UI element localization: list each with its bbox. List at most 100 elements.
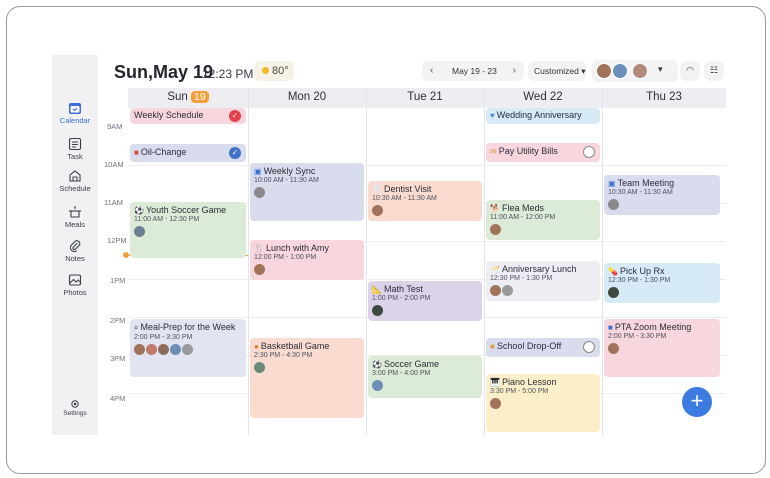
event-basketball[interactable]: ● Basketball Game 2:30 PM - 4:30 PM xyxy=(250,338,364,418)
temperature: 80° xyxy=(272,65,289,77)
photo-icon xyxy=(68,274,82,286)
event-pick-up-rx[interactable]: 💊 Pick Up Rx 12:30 PM - 1:30 PM xyxy=(604,263,720,303)
event-title: Anniversary Lunch xyxy=(501,264,577,274)
grid-line xyxy=(484,88,485,435)
event-piano-lesson[interactable]: 🎹 Piano Lesson 3:30 PM - 5:00 PM xyxy=(486,374,600,432)
sidebar-item-meals[interactable]: Meals xyxy=(52,205,98,237)
sidebar-item-notes[interactable]: Notes xyxy=(52,239,98,271)
event-math-test[interactable]: 📐 Math Test 1:00 PM - 2:00 PM xyxy=(368,281,482,321)
sidebar-item-settings[interactable]: Settings xyxy=(52,399,98,431)
event-pta-zoom[interactable]: ■ PTA Zoom Meeting 2:00 PM - 3:30 PM xyxy=(604,319,720,377)
day-header-thu[interactable]: Thu 23 xyxy=(602,88,726,108)
wifi-button[interactable]: ◠ xyxy=(680,61,700,81)
sidebar: Calendar Task Schedule Meals Notes Photo… xyxy=(52,55,98,435)
ruler-icon: 📐 xyxy=(372,285,382,294)
day-header-mon[interactable]: Mon 20 xyxy=(248,88,366,108)
add-event-button[interactable]: + xyxy=(682,387,712,417)
event-soccer-game[interactable]: ⚽ Soccer Game 3:00 PM - 4:00 PM xyxy=(368,356,482,398)
day-header-wed[interactable]: Wed 22 xyxy=(484,88,602,108)
hour-label: 11AM xyxy=(104,198,124,207)
sidebar-item-label: Settings xyxy=(63,410,87,417)
event-anniversary-lunch[interactable]: 🥂 Anniversary Lunch 12:30 PM - 1:30 PM xyxy=(486,261,600,301)
sidebar-item-label: Task xyxy=(67,152,83,161)
event-youth-soccer[interactable]: ⚽ Youth Soccer Game 11:00 AM - 12:30 PM xyxy=(130,202,246,258)
event-title: Basketball Game xyxy=(260,341,330,351)
grid-line xyxy=(602,88,603,435)
grid-line xyxy=(366,88,367,435)
hour-label: 4PM xyxy=(110,394,126,403)
event-weekly-sync[interactable]: ▣ Weekly Sync 10:00 AM - 11:30 AM xyxy=(250,163,364,221)
calendar-icon: ▣ xyxy=(254,167,262,176)
event-title: Meal-Prep for the Week xyxy=(140,322,236,332)
avatar xyxy=(608,199,619,210)
avatar xyxy=(608,287,619,298)
checkbox[interactable] xyxy=(583,146,595,158)
view-select[interactable]: Customized ▾ xyxy=(528,61,586,81)
event-weekly-schedule[interactable]: Weekly Schedule ✓ xyxy=(130,108,246,124)
event-title: Wedding Anniversary xyxy=(496,110,582,120)
sidebar-item-task[interactable]: Task xyxy=(52,137,98,169)
next-week-button[interactable]: › xyxy=(513,65,516,76)
date-range: May 19 - 23 xyxy=(452,66,497,76)
avatar xyxy=(134,344,145,355)
hour-label: 9AM xyxy=(107,122,123,131)
avatar xyxy=(372,380,383,391)
task-list-icon xyxy=(68,137,82,151)
sliders-button[interactable]: ☷ xyxy=(704,61,724,81)
event-time: 10:30 AM - 11:30 AM xyxy=(372,195,437,202)
calendar-icon xyxy=(69,103,81,114)
sidebar-item-photos[interactable]: Photos xyxy=(52,273,98,305)
event-dentist[interactable]: 🦷 Dentist Visit 10:30 AM - 11:30 AM xyxy=(368,181,482,221)
event-wedding-anniversary[interactable]: ♥ Wedding Anniversary xyxy=(486,108,600,124)
event-lunch-amy[interactable]: 🍴 Lunch with Amy 12:00 PM - 1:00 PM xyxy=(250,240,364,280)
event-time: 12:30 PM - 1:30 PM xyxy=(608,277,671,284)
paperclip-icon xyxy=(69,240,81,253)
event-school-dropoff[interactable]: ■ School Drop-Off xyxy=(486,338,600,357)
day-header-sun[interactable]: Sun 19 xyxy=(128,88,248,108)
event-time: 2:00 PM - 3:30 PM xyxy=(134,334,193,341)
envelope-icon: ✉ xyxy=(490,147,497,156)
utensils-icon: 🍴 xyxy=(254,244,264,253)
avatar xyxy=(170,344,181,355)
day-header-tue[interactable]: Tue 21 xyxy=(366,88,484,108)
event-oil-change[interactable]: ■ Oil-Change ✓ xyxy=(130,144,246,162)
sidebar-item-schedule[interactable]: Schedule xyxy=(52,169,98,201)
event-title: PTA Zoom Meeting xyxy=(614,322,692,332)
checkbox[interactable] xyxy=(583,341,595,353)
family-avatars[interactable]: ▾ xyxy=(592,60,678,82)
weather-badge: 80° xyxy=(254,61,294,81)
event-title: Team Meeting xyxy=(617,178,675,188)
sidebar-item-label: Photos xyxy=(63,288,87,297)
event-time: 12:30 PM - 1:30 PM xyxy=(490,275,553,282)
hour-label: 1PM xyxy=(110,276,126,285)
event-time: 3:30 PM - 5:00 PM xyxy=(490,388,549,395)
hour-label: 2PM xyxy=(110,316,126,325)
event-flea-meds[interactable]: 🐕 Flea Meds 11:00 AM - 12:00 PM xyxy=(486,200,600,240)
event-time: 3:00 PM - 4:00 PM xyxy=(372,370,431,377)
event-time: 2:00 PM - 3:30 PM xyxy=(608,333,667,340)
check-icon[interactable]: ✓ xyxy=(229,147,241,159)
event-time: 10:30 AM - 11:30 AM xyxy=(608,189,673,196)
calendar-icon: ▣ xyxy=(608,179,616,188)
bus-icon: ■ xyxy=(490,342,495,351)
calendar-app: Calendar Task Schedule Meals Notes Photo… xyxy=(52,55,726,435)
car-icon: ■ xyxy=(134,148,139,157)
soccer-ball-icon: ⚽ xyxy=(134,206,144,215)
avatar xyxy=(632,63,648,79)
event-time: 2:30 PM - 4:30 PM xyxy=(254,352,313,359)
event-utility-bills[interactable]: ✉ Pay Utility Bills xyxy=(486,143,600,162)
event-meal-prep[interactable]: ⌕ Meal-Prep for the Week 2:00 PM - 3:30 P… xyxy=(130,319,246,377)
sun-icon xyxy=(262,67,269,74)
event-team-meeting[interactable]: ▣ Team Meeting 10:30 AM - 11:30 AM xyxy=(604,175,720,215)
check-icon[interactable]: ✓ xyxy=(229,110,241,122)
prev-week-button[interactable]: ‹ xyxy=(430,65,433,76)
event-title: Youth Soccer Game xyxy=(145,205,227,215)
gear-icon xyxy=(71,400,79,408)
event-title: Piano Lesson xyxy=(501,377,557,387)
chevron-down-icon: ▾ xyxy=(658,64,663,74)
dog-icon: 🐕 xyxy=(490,204,500,213)
soccer-ball-icon: ⚽ xyxy=(372,360,382,369)
video-icon: ■ xyxy=(608,323,613,332)
sidebar-item-calendar[interactable]: Calendar xyxy=(52,101,98,133)
date-range-navigator: ‹ May 19 - 23 › xyxy=(422,61,524,81)
